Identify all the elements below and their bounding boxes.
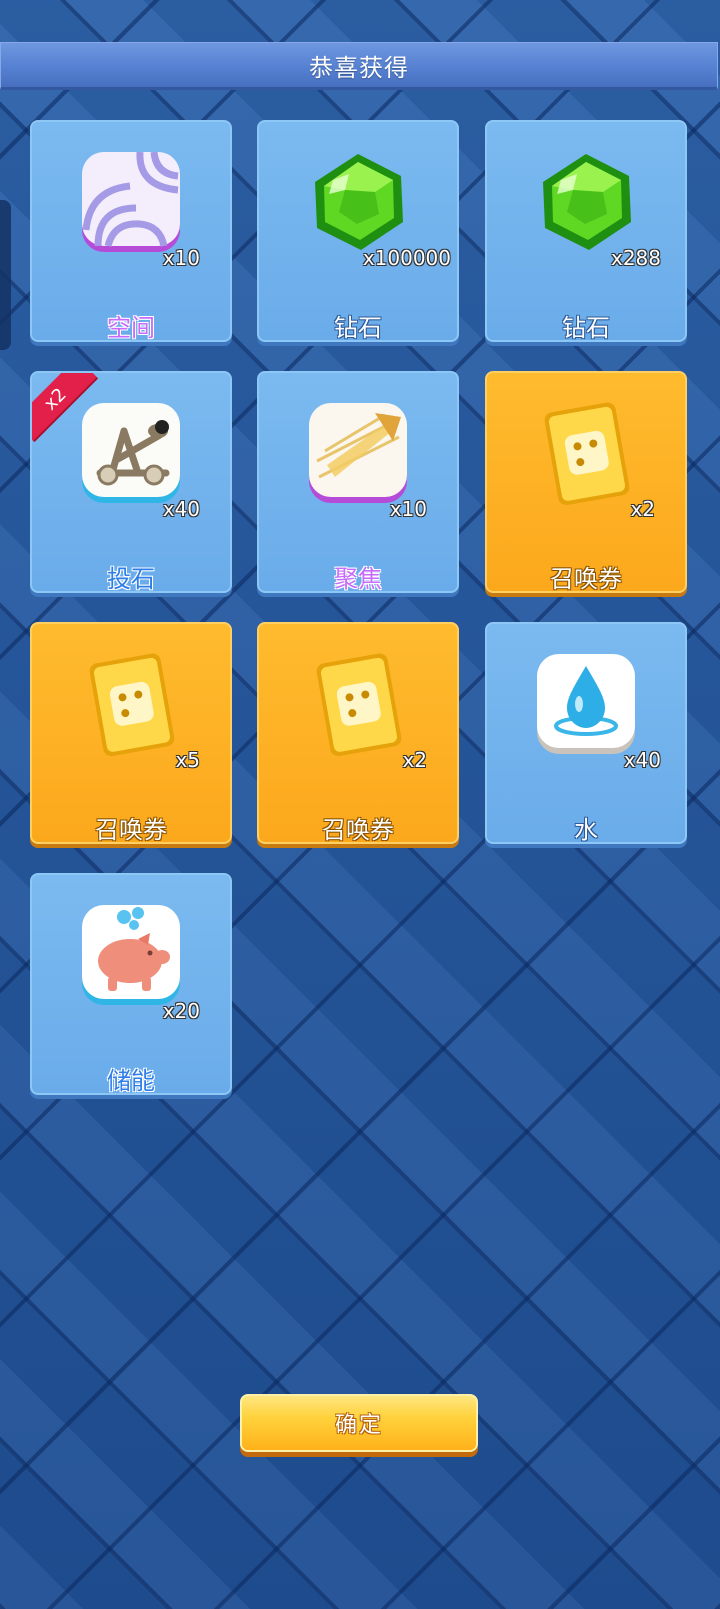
space-skill-icon (78, 150, 184, 256)
reward-card-summon-ticket[interactable]: x2 召唤券 (257, 622, 459, 844)
dialog-title: 恭喜获得 (309, 53, 409, 82)
summon-ticket-icon (305, 652, 411, 758)
summon-ticket-icon (78, 652, 184, 758)
focus-skill-icon (305, 401, 411, 507)
reward-name: 空间 (107, 314, 155, 342)
reward-count: x100000 (362, 246, 451, 270)
reward-card-water[interactable]: x40 水 (485, 622, 687, 844)
reward-name: 召唤券 (95, 816, 167, 844)
reward-count: x10 (162, 246, 200, 270)
reward-name: 投石 (107, 565, 155, 593)
reward-count: x10 (389, 497, 427, 521)
diamond-icon (533, 150, 639, 256)
reward-name: 召唤券 (550, 565, 622, 593)
reward-name: 储能 (107, 1067, 155, 1095)
reward-name: 钻石 (562, 314, 610, 342)
reward-card-summon-ticket[interactable]: x2 召唤券 (485, 371, 687, 593)
reward-count: x2 (630, 497, 655, 521)
reward-count: x40 (162, 497, 200, 521)
reward-count: x20 (162, 999, 200, 1023)
reward-count: x288 (610, 246, 661, 270)
reward-count: x2 (402, 748, 427, 772)
diamond-icon (305, 150, 411, 256)
catapult-icon (78, 401, 184, 507)
confirm-button-label: 确定 (334, 1413, 383, 1438)
reward-count: x40 (623, 748, 661, 772)
reward-count: x5 (175, 748, 200, 772)
reward-name: 召唤券 (322, 816, 394, 844)
reward-card-focus[interactable]: x10 聚焦 (257, 371, 459, 593)
reward-dialog-header: 恭喜获得 (0, 42, 718, 90)
confirm-button[interactable]: 确定 (240, 1394, 478, 1452)
reward-card-diamond[interactable]: x100000 钻石 (257, 120, 459, 342)
summon-ticket-icon (533, 401, 639, 507)
side-drawer-handle[interactable] (0, 200, 11, 350)
reward-card-space[interactable]: x10 空间 (30, 120, 232, 342)
reward-card-energy-storage[interactable]: x20 储能 (30, 873, 232, 1095)
reward-card-diamond[interactable]: x288 钻石 (485, 120, 687, 342)
reward-name: 水 (574, 816, 598, 844)
piggy-bank-icon (78, 903, 184, 1009)
reward-card-summon-ticket[interactable]: x5 召唤券 (30, 622, 232, 844)
reward-name: 聚焦 (334, 565, 382, 593)
reward-name: 钻石 (334, 314, 382, 342)
reward-card-catapult[interactable]: x2 x40 投石 (30, 371, 232, 593)
water-drop-icon (533, 652, 639, 758)
